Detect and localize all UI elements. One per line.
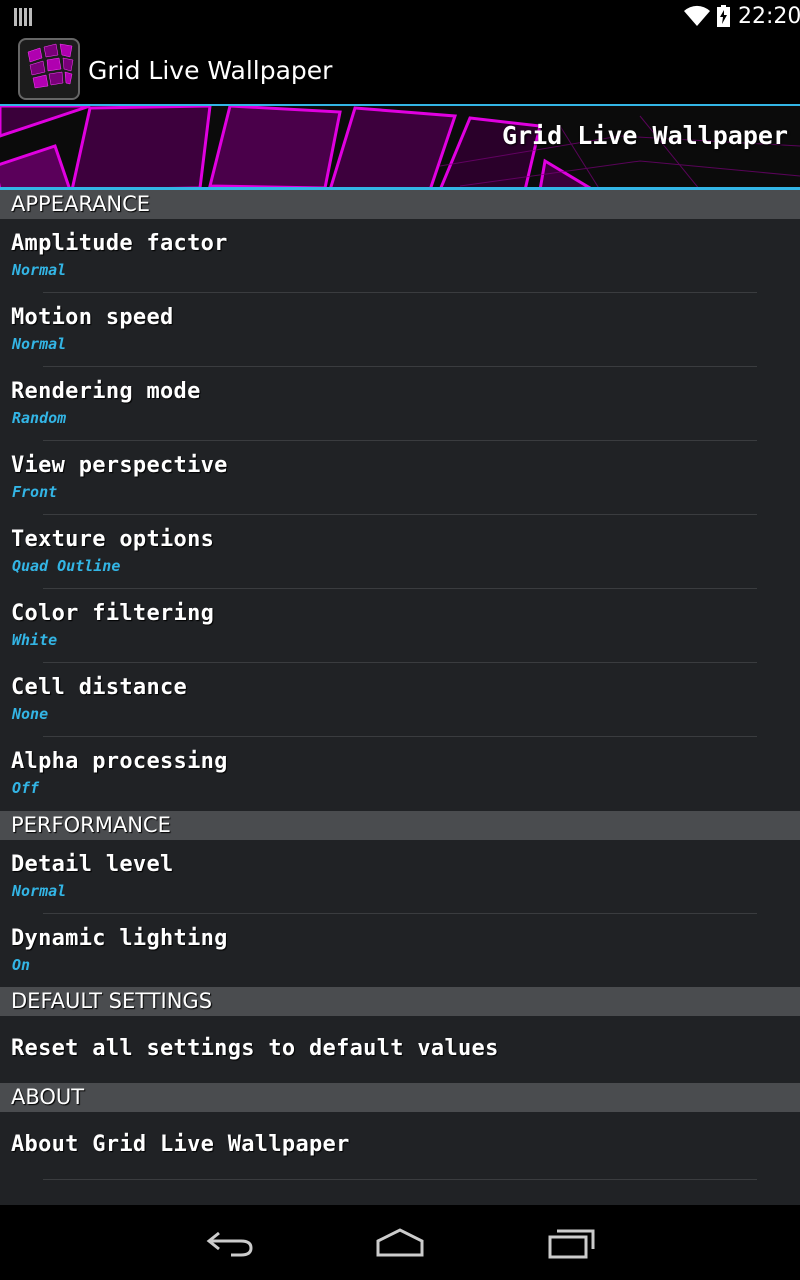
pref-title: Alpha processing: [11, 749, 228, 774]
section-header-performance: PERFORMANCE: [0, 811, 800, 840]
pref-summary: Normal: [12, 882, 67, 900]
pref-summary: Quad Outline: [12, 557, 121, 575]
pref-color-filtering[interactable]: Color filtering White: [0, 589, 800, 663]
section-header-label: PERFORMANCE: [11, 813, 171, 837]
pref-title: Rendering mode: [11, 379, 201, 404]
section-header-label: APPEARANCE: [11, 192, 151, 216]
action-bar: Grid Live Wallpaper: [0, 34, 800, 106]
section-header-default-settings: DEFAULT SETTINGS: [0, 987, 800, 1016]
pref-motion-speed[interactable]: Motion speed Normal: [0, 293, 800, 367]
pref-summary: None: [12, 705, 49, 723]
pref-detail-level[interactable]: Detail level Normal: [0, 840, 800, 914]
pref-summary: Off: [12, 779, 40, 797]
pref-rendering-mode[interactable]: Rendering mode Random: [0, 367, 800, 441]
pref-title: View perspective: [11, 453, 228, 478]
pref-reset-defaults[interactable]: Reset all settings to default values: [0, 1016, 800, 1083]
pref-summary: On: [12, 956, 31, 974]
pref-summary: White: [12, 631, 58, 649]
pref-title: Reset all settings to default values: [11, 1036, 499, 1061]
section-header-label: ABOUT: [11, 1085, 85, 1109]
navigation-bar: [0, 1205, 800, 1280]
battery-charging-icon: [717, 5, 730, 27]
pref-title: Detail level: [11, 852, 174, 877]
app-title: Grid Live Wallpaper: [88, 56, 333, 85]
home-icon[interactable]: [375, 1227, 425, 1259]
status-bar: 22:20: [0, 0, 800, 34]
pref-dynamic-lighting[interactable]: Dynamic lighting On: [0, 914, 800, 987]
section-header-appearance: APPEARANCE: [0, 190, 800, 219]
pref-cell-distance[interactable]: Cell distance None: [0, 663, 800, 737]
pref-summary: Front: [12, 483, 58, 501]
recents-icon[interactable]: [547, 1227, 597, 1259]
divider: [43, 1179, 757, 1180]
section-header-about: ABOUT: [0, 1083, 800, 1112]
pref-summary: Normal: [12, 261, 67, 279]
pref-texture-options[interactable]: Texture options Quad Outline: [0, 515, 800, 589]
header-banner: Grid Live Wallpaper: [0, 106, 800, 190]
app-icon[interactable]: [18, 38, 80, 100]
preference-list[interactable]: APPEARANCE Amplitude factor Normal Motio…: [0, 190, 800, 1205]
pref-title: Color filtering: [11, 601, 215, 626]
pref-about[interactable]: About Grid Live Wallpaper: [0, 1112, 800, 1180]
wifi-icon: [684, 5, 710, 26]
section-header-label: DEFAULT SETTINGS: [11, 989, 213, 1013]
pref-title: Dynamic lighting: [11, 926, 228, 951]
pref-title: Motion speed: [11, 305, 174, 330]
pref-title: Amplitude factor: [11, 231, 228, 256]
pref-title: Texture options: [11, 527, 215, 552]
clock: 22:20: [738, 4, 800, 29]
barcode-icon: [14, 8, 32, 26]
pref-title: Cell distance: [11, 675, 188, 700]
banner-title: Grid Live Wallpaper: [502, 121, 788, 150]
pref-amplitude-factor[interactable]: Amplitude factor Normal: [0, 219, 800, 293]
pref-alpha-processing[interactable]: Alpha processing Off: [0, 737, 800, 811]
back-icon[interactable]: [205, 1227, 255, 1259]
pref-summary: Random: [12, 409, 67, 427]
pref-summary: Normal: [12, 335, 67, 353]
pref-title: About Grid Live Wallpaper: [11, 1132, 350, 1157]
pref-view-perspective[interactable]: View perspective Front: [0, 441, 800, 515]
